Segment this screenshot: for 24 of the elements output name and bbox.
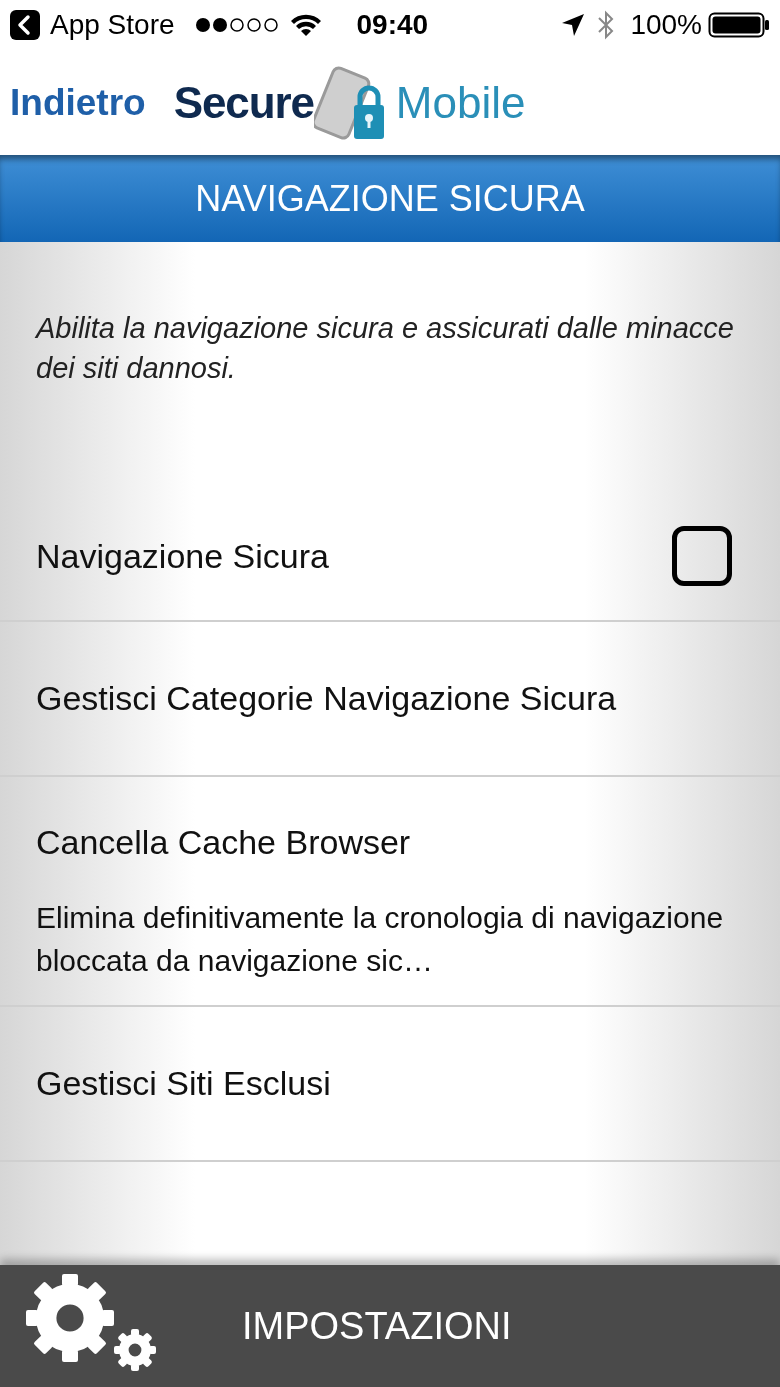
back-link[interactable]: Indietro (10, 74, 146, 131)
screen-title: NAVIGAZIONE SICURA (195, 176, 585, 221)
row-label: Gestisci Siti Esclusi (36, 1063, 331, 1104)
signal-icon (194, 17, 279, 33)
logo-text: Mobile (395, 76, 526, 129)
location-arrow-icon (562, 14, 585, 36)
row-label: Navigazione Sicura (36, 535, 329, 577)
clock-time: 09:40 (356, 8, 429, 42)
battery-percentage: 100% (630, 8, 702, 42)
settings-row[interactable]: Navigazione Sicura (0, 492, 780, 622)
logo-text: Secure (173, 76, 314, 129)
row-subtitle: Elimina definitivamente la cronologia di navigazione bloccata da navigazione sic… (36, 900, 725, 979)
row-label: Cancella Cache Browser (36, 822, 412, 863)
back-app-icon[interactable] (10, 10, 40, 40)
checkbox[interactable] (672, 526, 732, 586)
settings-row[interactable]: Gestisci Siti Esclusi (0, 1007, 780, 1162)
settings-label[interactable]: IMPOSTAZIONI (242, 1297, 512, 1355)
settings-row[interactable]: Cancella Cache Browser Elimina definitivamente la cronologia di navigazione bloccata da navigazione sic… (0, 777, 780, 1007)
description-text: Abilita la navigazione sicura e assicurati dalle minacce dei siti dannosi. (36, 311, 735, 386)
wifi-icon (290, 14, 321, 36)
back-app-link[interactable]: App Store (50, 4, 175, 46)
row-label: Gestisci Categorie Navigazione Sicura (36, 678, 617, 719)
battery-icon (708, 12, 770, 38)
settings-row[interactable]: Gestisci Categorie Navigazione Sicura (0, 622, 780, 777)
